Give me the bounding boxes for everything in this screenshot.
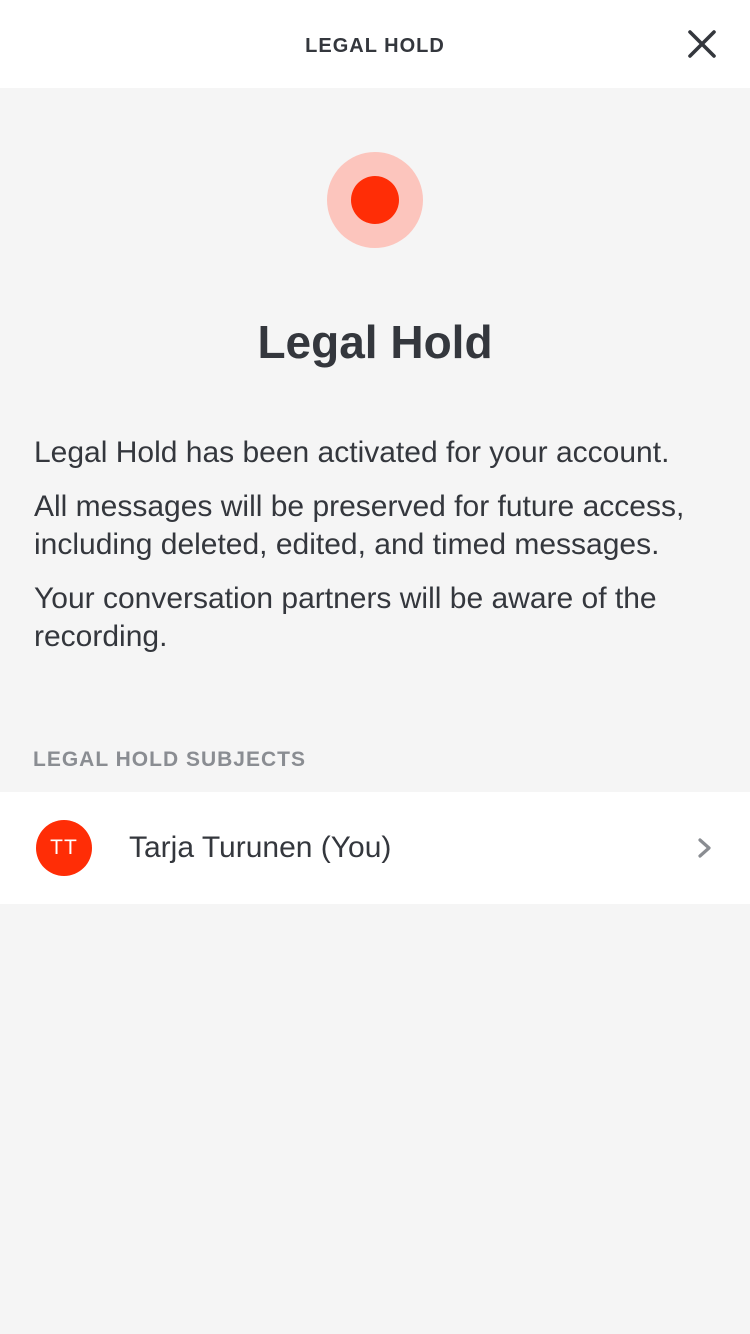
page-title: LEGAL HOLD <box>305 35 445 57</box>
subjects-section-label: LEGAL HOLD SUBJECTS <box>33 748 306 771</box>
legal-hold-heading: Legal Hold <box>257 316 493 368</box>
legal-hold-indicator <box>327 152 423 248</box>
description-paragraph: Legal Hold has been activated for your a… <box>34 436 670 469</box>
close-icon[interactable] <box>676 18 728 70</box>
avatar: TT <box>36 820 92 876</box>
chevron-right-icon <box>694 832 718 864</box>
subject-name: Tarja Turunen (You) <box>129 831 392 864</box>
recording-dot-icon <box>351 176 399 224</box>
subject-row-tarja-turunen[interactable]: TT Tarja Turunen (You) <box>0 792 750 904</box>
description-paragraph: Your conversation partners will be aware… <box>34 582 657 653</box>
description-paragraph: All messages will be preserved for futur… <box>34 490 685 561</box>
legal-hold-description: Legal Hold has been activated for your a… <box>34 434 724 672</box>
close-button[interactable] <box>676 18 728 70</box>
